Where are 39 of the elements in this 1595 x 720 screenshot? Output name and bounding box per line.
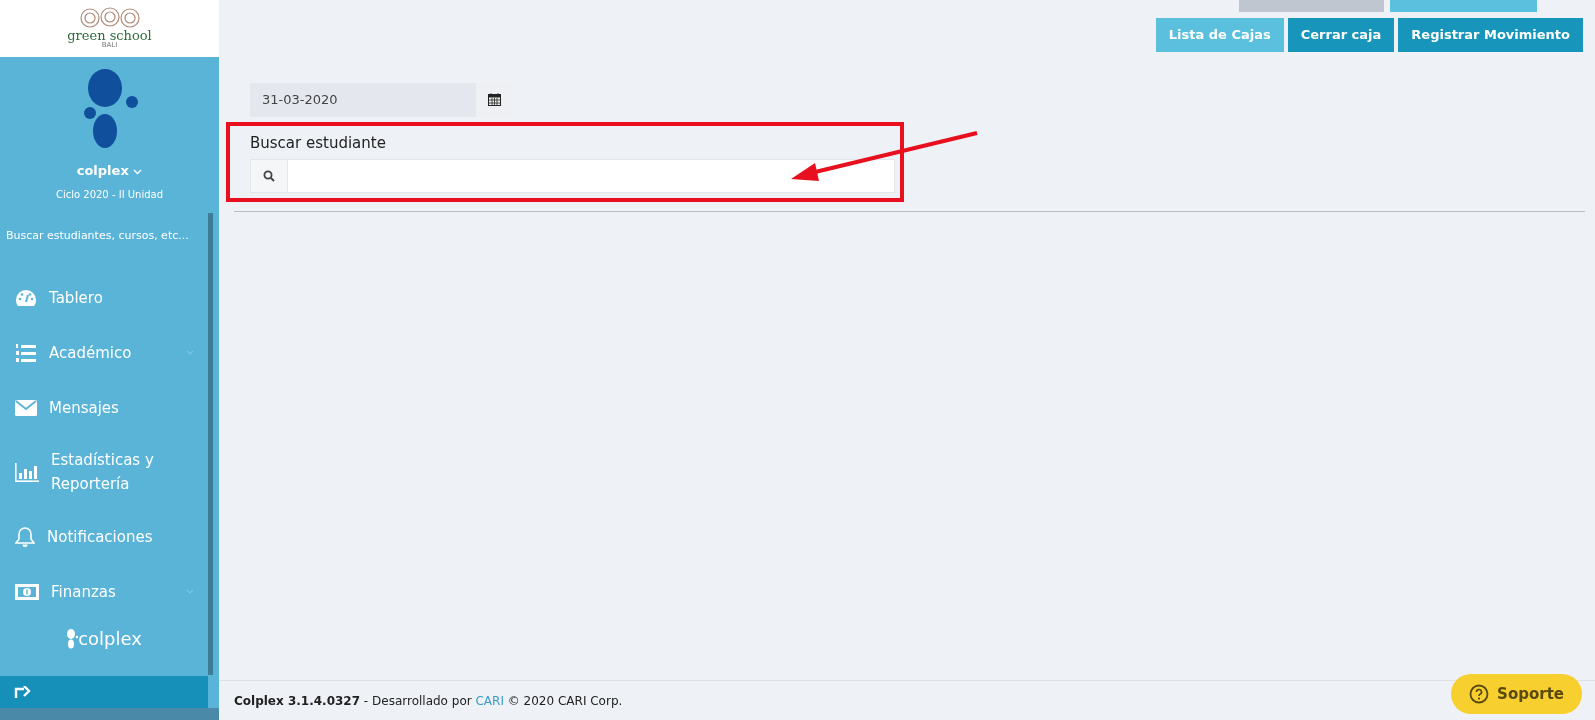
footer-link[interactable]: CARI [475,693,504,708]
colplex-logo: colplex [66,625,142,652]
sidebar-item[interactable]: Estadísticas y Reportería [0,435,208,509]
active-sidebar-item[interactable] [0,676,208,708]
toolbar-button[interactable] [1390,0,1537,12]
support-button[interactable]: Soporte [1451,673,1582,714]
sidebar-item[interactable]: Finanzas [0,564,208,619]
sidebar-item[interactable]: Mensajes [0,380,208,435]
toolbar-button[interactable]: Registrar Movimiento [1398,18,1583,52]
search-label: Buscar estudiante [250,133,387,153]
calendar-icon [487,93,501,106]
chevron-down-icon [186,350,194,355]
chevron-down-icon [186,589,194,594]
scrollbar[interactable] [208,213,213,675]
envelope-icon [15,398,37,417]
bar-chart-icon [15,462,39,482]
sidebar-item[interactable]: Tablero [0,270,208,325]
brand-name: green school [67,29,152,43]
sidebar-item[interactable]: Académico [0,325,208,380]
footer-text: Colplex 3.1.4.0327 - Desarrollado por CARI © 2020 CARI Corp. [234,692,623,710]
user-menu[interactable]: colplex [76,161,143,181]
banknote-icon [15,583,39,600]
search-icon [263,170,275,182]
colplex-mark-icon [66,628,79,649]
sidebar-item[interactable]: Notificaciones [0,509,208,564]
chevron-down-icon [133,168,143,175]
help-icon [1469,683,1490,704]
toolbar-button[interactable]: Cerrar caja [1287,18,1395,52]
avatar-logo-icon [81,69,138,149]
cycle-label: Ciclo 2020 - II Unidad [55,187,164,202]
date-field[interactable]: 31-03-2020 [250,82,476,117]
bell-icon [15,526,35,547]
student-search-field[interactable] [250,159,895,193]
exit-icon [14,686,32,698]
toolbar-button[interactable]: Lista de Cajas [1155,18,1284,52]
sidebar-search-field[interactable]: Buscar estudiantes, cursos, etc... [0,227,208,244]
numbered-list-icon [15,342,37,363]
toolbar-button[interactable] [1239,0,1384,12]
dashboard-gauge-icon [15,288,37,307]
